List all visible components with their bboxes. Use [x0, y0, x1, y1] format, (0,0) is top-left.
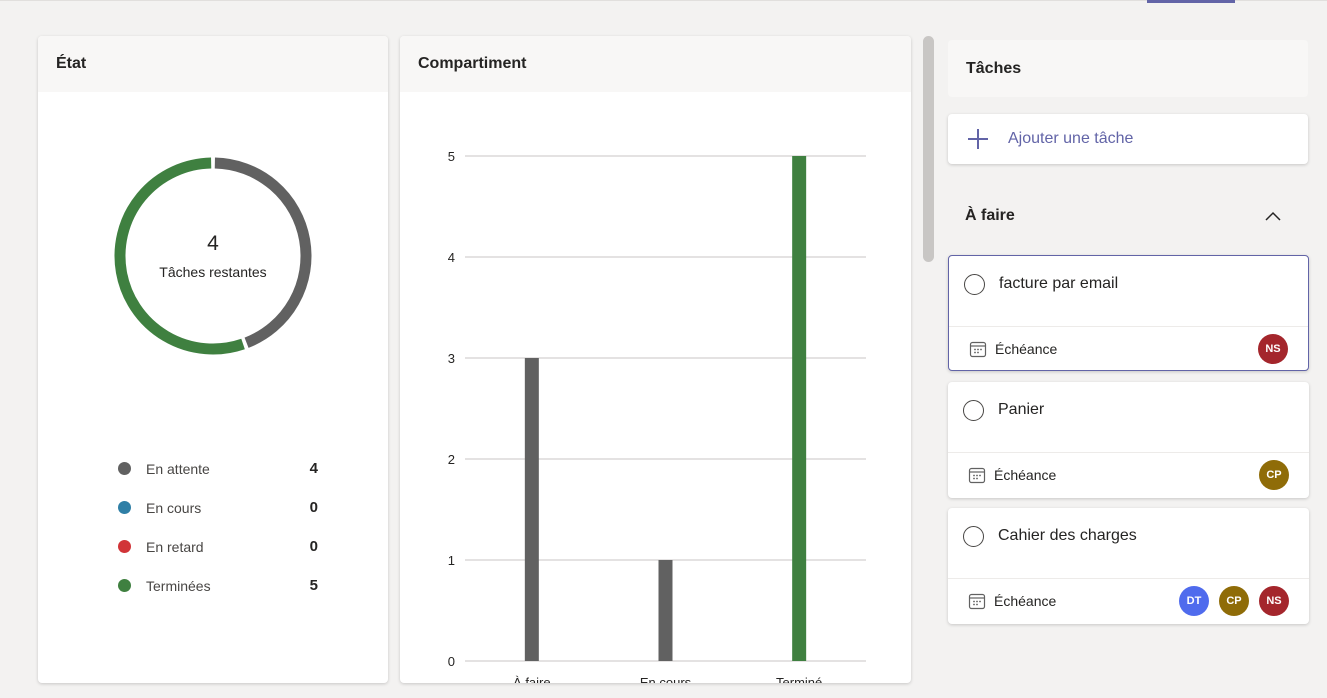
legend-label: En attente: [146, 460, 210, 477]
x-tick-label: À faire: [513, 675, 551, 683]
legend-dot: [118, 540, 131, 553]
legend-value: 0: [309, 499, 318, 516]
y-tick-label: 5: [448, 149, 455, 164]
task-complete-checkbox[interactable]: [963, 526, 984, 547]
task-card[interactable]: facture par email Échéance NS: [948, 255, 1309, 371]
legend-item-en-cours: En cours 0: [118, 488, 318, 527]
legend-value: 5: [309, 577, 318, 594]
legend-dot: [118, 462, 131, 475]
top-border: [0, 0, 1327, 4]
x-tick-label: Terminé: [776, 675, 822, 683]
calendar-icon: [968, 593, 986, 610]
y-tick-label: 3: [448, 351, 455, 366]
status-legend: En attente 4 En cours 0 En retard 0 Term…: [118, 449, 318, 605]
compartiment-card: Compartiment 0 1 2 3 4 5 À faire En cours Termin…: [400, 36, 911, 683]
due-date-label: Échéance: [995, 341, 1058, 357]
task-assignees: DT CP NS: [1169, 586, 1289, 616]
task-title: Cahier des charges: [998, 527, 1137, 544]
avatar[interactable]: CP: [1259, 460, 1289, 490]
avatar[interactable]: NS: [1258, 334, 1288, 364]
vertical-scrollbar[interactable]: [923, 36, 934, 262]
calendar-icon: [969, 341, 987, 358]
task-assignees: CP: [1249, 460, 1289, 490]
task-complete-checkbox[interactable]: [964, 274, 985, 295]
active-tab-indicator: [1147, 0, 1235, 3]
task-title: Panier: [998, 401, 1045, 418]
chevron-up-icon[interactable]: [1258, 201, 1288, 231]
avatar[interactable]: DT: [1179, 586, 1209, 616]
task-card[interactable]: Panier Échéance CP: [948, 382, 1309, 498]
y-tick-label: 4: [448, 250, 455, 265]
legend-label: En retard: [146, 538, 204, 555]
legend-label: En cours: [146, 499, 202, 516]
bar: [658, 560, 673, 661]
remaining-count: 4: [207, 232, 219, 255]
etat-title: État: [38, 36, 388, 92]
bucket-bar-chart: 0 1 2 3 4 5 À faire En cours Terminé: [448, 149, 866, 683]
due-date-label: Échéance: [994, 467, 1057, 483]
calendar-icon: [968, 467, 986, 484]
bar: [524, 358, 539, 661]
legend-value: 0: [309, 538, 318, 555]
task-card[interactable]: Cahier des charges Échéance DT CP NS: [948, 508, 1309, 624]
add-task-label: Ajouter une tâche: [1008, 130, 1134, 147]
y-tick-label: 1: [448, 553, 455, 568]
compartiment-title: Compartiment: [400, 36, 911, 92]
x-tick-label: En cours: [640, 675, 692, 683]
donut-center: 4 Tâches restantes: [113, 156, 313, 356]
status-donut-chart: 4 Tâches restantes: [113, 156, 313, 356]
etat-card: État 4 Tâches restantes En attente 4 En …: [38, 36, 388, 683]
legend-item-en-attente: En attente 4: [118, 449, 318, 488]
legend-item-en-retard: En retard 0: [118, 527, 318, 566]
due-date-label: Échéance: [994, 593, 1057, 609]
bar: [792, 156, 807, 661]
legend-label: Terminées: [146, 577, 211, 594]
section-title: À faire: [965, 207, 1015, 224]
remaining-label: Tâches restantes: [159, 264, 267, 280]
task-assignees: NS: [1248, 334, 1288, 364]
legend-item-terminees: Terminées 5: [118, 566, 318, 605]
legend-value: 4: [309, 460, 318, 477]
avatar[interactable]: CP: [1219, 586, 1249, 616]
taches-title: Tâches: [948, 40, 1308, 97]
legend-dot: [118, 579, 131, 592]
avatar[interactable]: NS: [1259, 586, 1289, 616]
task-complete-checkbox[interactable]: [963, 400, 984, 421]
plus-icon: [968, 129, 988, 149]
task-title: facture par email: [999, 275, 1119, 292]
y-tick-label: 0: [448, 654, 455, 669]
section-a-faire: À faire: [948, 196, 1308, 236]
add-task-button[interactable]: Ajouter une tâche: [948, 114, 1308, 164]
legend-dot: [118, 501, 131, 514]
y-tick-label: 2: [448, 452, 455, 467]
